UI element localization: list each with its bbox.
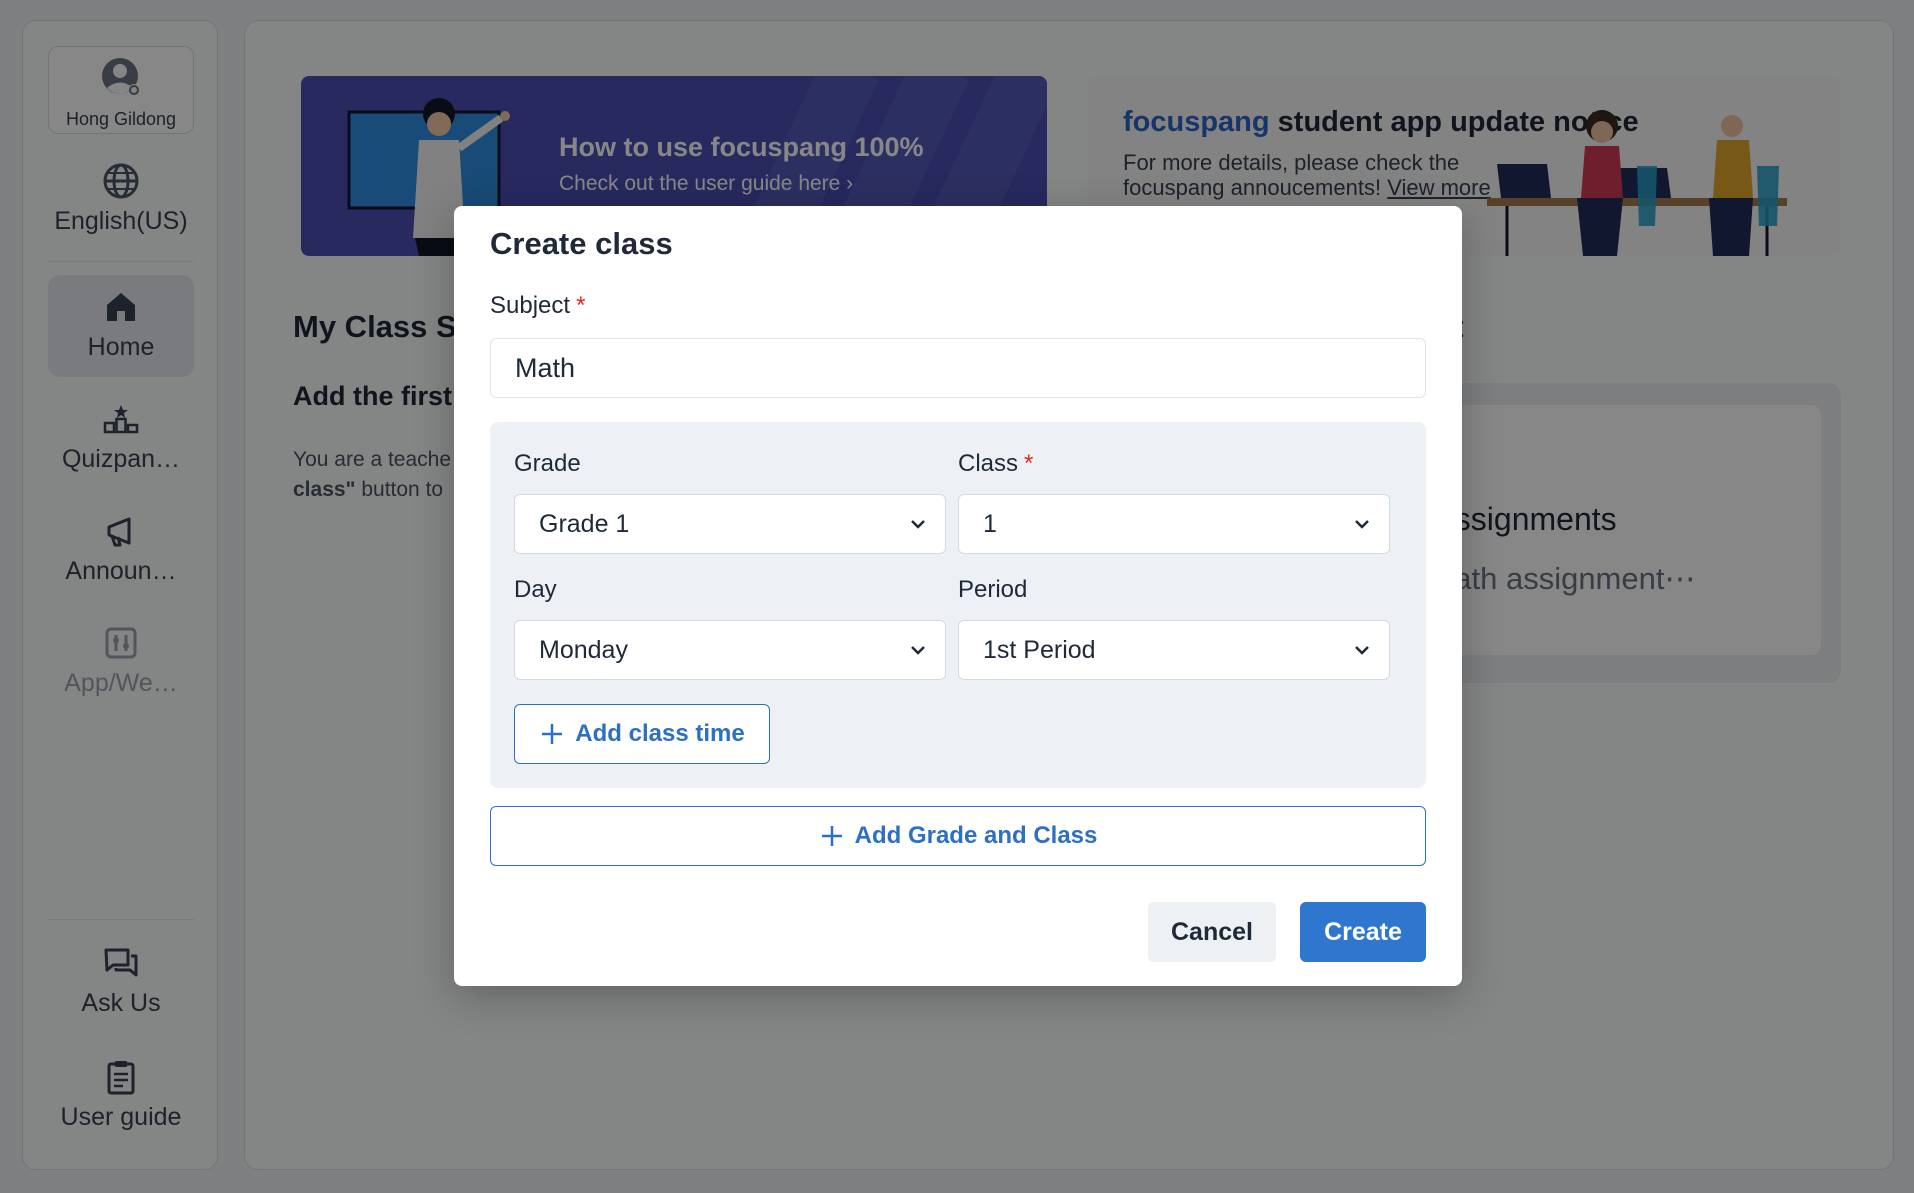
create-class-dialog: Create class Subject * Math Grade Class * …: [454, 206, 1462, 986]
period-label: Period: [958, 576, 1028, 603]
required-mark: *: [1024, 450, 1034, 477]
day-select[interactable]: Monday: [514, 620, 946, 680]
add-class-time-button[interactable]: Add class time: [514, 704, 770, 764]
class-time-group: Grade Class * Grade 1 1 Day Period Monday…: [490, 422, 1426, 788]
plus-icon: [542, 724, 563, 744]
subject-label: Subject *: [490, 292, 586, 319]
grade-select[interactable]: Grade 1: [514, 494, 946, 554]
plus-icon: [821, 826, 842, 846]
class-label: Class *: [958, 450, 1034, 477]
chevron-down-icon: [1355, 646, 1369, 655]
required-mark: *: [576, 292, 586, 319]
create-button[interactable]: Create: [1300, 902, 1426, 962]
subject-input[interactable]: Math: [490, 338, 1426, 398]
chevron-down-icon: [911, 520, 925, 529]
cancel-button[interactable]: Cancel: [1148, 902, 1276, 962]
day-label: Day: [514, 576, 557, 603]
chevron-down-icon: [1355, 520, 1369, 529]
add-grade-class-button[interactable]: Add Grade and Class: [490, 806, 1426, 866]
period-select[interactable]: 1st Period: [958, 620, 1390, 680]
dialog-title: Create class: [490, 226, 673, 261]
class-select[interactable]: 1: [958, 494, 1390, 554]
chevron-down-icon: [911, 646, 925, 655]
grade-label: Grade: [514, 450, 581, 477]
